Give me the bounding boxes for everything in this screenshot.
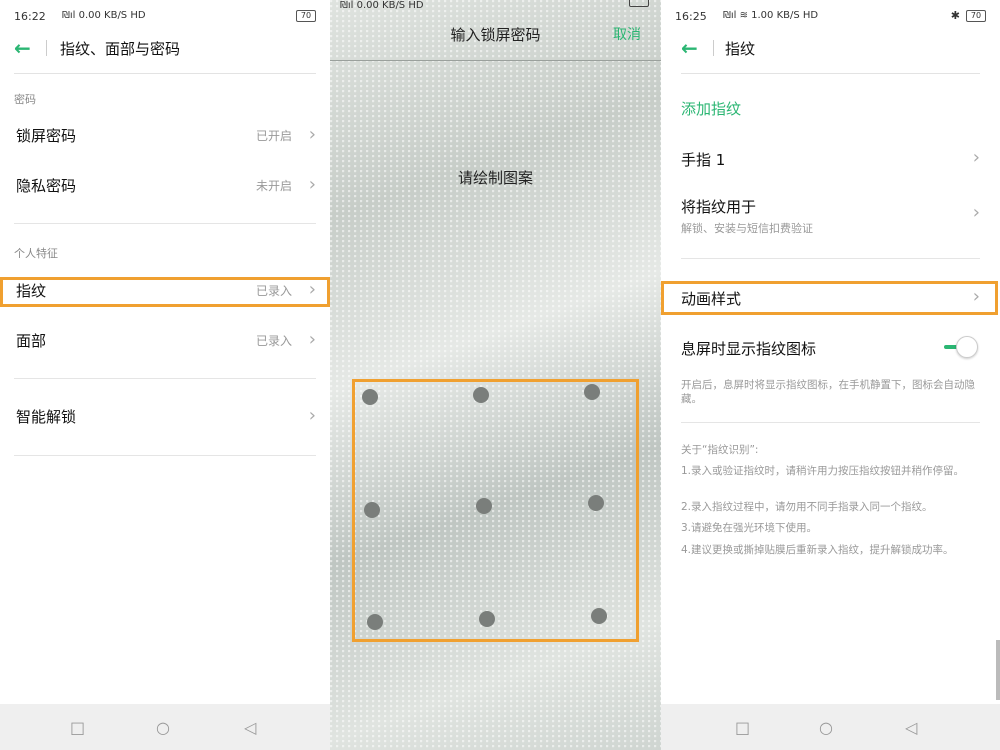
row-label: 将指纹用于 [681, 198, 757, 216]
row-label: 手指 1 [681, 151, 726, 169]
row-label: 隐私密码 [16, 177, 77, 195]
header-separator [46, 40, 47, 56]
fingerprint-screen: 16:25 ₪ıl ≋ 1.00 KB/S HD ✱ 70 ← 指纹 添加指纹 … [661, 0, 1000, 750]
chevron-right-icon: › [972, 147, 980, 168]
chevron-right-icon: › [308, 329, 316, 350]
chevron-right-icon: › [308, 174, 316, 195]
highlight-box [0, 277, 330, 307]
pattern-dot[interactable] [362, 389, 378, 405]
page-title: 输入锁屏密码 [450, 26, 541, 44]
pattern-dot[interactable] [584, 384, 600, 400]
battery-icon: 70 [966, 10, 986, 22]
header-separator [713, 40, 714, 56]
row-value: 已开启 [255, 129, 292, 143]
header-divider [14, 73, 316, 74]
square-icon[interactable]: □ [735, 718, 750, 737]
section-label-password: 密码 [14, 93, 36, 106]
divider [681, 422, 980, 423]
triangle-back-icon[interactable]: ◁ [905, 718, 917, 737]
row-use-fingerprint-for[interactable]: 将指纹用于 解锁、安装与短信扣费验证 › [661, 190, 1000, 240]
chevron-right-icon: › [308, 124, 316, 145]
pattern-prompt: 请绘制图案 [457, 169, 533, 187]
status-time: 16:25 [675, 10, 707, 23]
row-lock-screen-password[interactable]: 锁屏密码 已开启 › [0, 115, 330, 155]
row-label: 锁屏密码 [16, 127, 77, 145]
row-label: 息屏时显示指纹图标 [681, 340, 817, 358]
about-item: 1.录入或验证指纹时，请稍许用力按压指纹按钮并稍作停留。 [681, 465, 965, 477]
cancel-button[interactable]: 取消 [613, 24, 641, 44]
status-time: 16:22 [14, 10, 46, 23]
about-item: 4.建议更换或撕掉贴膜后重新录入指纹，提升解锁成功率。 [681, 544, 954, 556]
battery-icon: 70 [296, 10, 316, 22]
chevron-right-icon: › [972, 202, 980, 223]
pattern-dot[interactable] [591, 608, 607, 624]
status-network: ₪ıl ≋ 1.00 KB/S HD [723, 10, 819, 21]
pattern-dot[interactable] [476, 498, 492, 514]
navigation-bar: □ ○ ◁ [661, 704, 1000, 750]
about-item: 2.录入指纹过程中，请勿用不同手指录入同一个指纹。 [681, 501, 933, 513]
about-title: 关于“指纹识别”: [681, 444, 759, 456]
circle-icon[interactable]: ○ [156, 718, 170, 737]
row-label: 智能解锁 [16, 408, 77, 426]
back-arrow-icon[interactable]: ← [681, 36, 698, 60]
pattern-dot[interactable] [364, 502, 380, 518]
row-subtitle: 解锁、安装与短信扣费验证 [681, 222, 813, 235]
row-smart-unlock[interactable]: 智能解锁 › [0, 396, 330, 436]
fingerprint-face-password-screen: 16:22 ₪ıl 0.00 KB/S HD 70 ← 指纹、面部与密码 密码 … [0, 0, 330, 750]
row-face[interactable]: 面部 已录入 › [0, 320, 330, 360]
pattern-dot[interactable] [588, 495, 604, 511]
triangle-back-icon[interactable]: ◁ [244, 718, 256, 737]
header: ← 指纹、面部与密码 [0, 34, 330, 64]
divider [14, 223, 316, 224]
battery-icon [629, 0, 649, 7]
page-title: 指纹、面部与密码 [60, 40, 181, 58]
scrollbar[interactable] [996, 640, 1000, 700]
add-fingerprint-link[interactable]: 添加指纹 [681, 98, 741, 119]
status-bar: 16:22 ₪ıl 0.00 KB/S HD 70 [14, 8, 316, 26]
row-value: 未开启 [255, 179, 292, 193]
highlight-box [661, 281, 998, 315]
bluetooth-icon: ✱ [950, 9, 960, 22]
toggle-knob [956, 336, 978, 358]
pattern-unlock-screen: ₪ıl 0.00 KB/S HD 输入锁屏密码 取消 请绘制图案 [330, 0, 661, 750]
pattern-dot[interactable] [473, 387, 489, 403]
header: ← 指纹 [661, 34, 1000, 64]
page-title: 指纹 [725, 40, 756, 58]
divider [14, 378, 316, 379]
header-divider [681, 73, 980, 74]
about-item: 3.请避免在强光环境下使用。 [681, 522, 818, 534]
screen-off-description: 开启后，息屏时将显示指纹图标，在手机静置下，图标会自动隐藏。 [681, 379, 975, 405]
pattern-grid[interactable] [352, 379, 639, 642]
row-label: 面部 [16, 332, 47, 350]
pattern-dot[interactable] [479, 611, 495, 627]
screen-off-icon-toggle[interactable] [944, 336, 978, 358]
status-network: ₪ıl 0.00 KB/S HD [340, 0, 424, 11]
row-privacy-password[interactable]: 隐私密码 未开启 › [0, 165, 330, 205]
square-icon[interactable]: □ [70, 718, 85, 737]
status-bar: 16:25 ₪ıl ≋ 1.00 KB/S HD ✱ 70 [675, 8, 986, 26]
row-screen-off-icon: 息屏时显示指纹图标 [661, 332, 1000, 366]
chevron-right-icon: › [308, 405, 316, 426]
status-network: ₪ıl 0.00 KB/S HD [62, 10, 146, 21]
back-arrow-icon[interactable]: ← [14, 36, 31, 60]
header-divider [330, 60, 661, 61]
section-label-personal: 个人特征 [14, 247, 58, 260]
row-finger-1[interactable]: 手指 1 › [661, 140, 1000, 180]
pattern-dot[interactable] [367, 614, 383, 630]
navigation-bar: □ ○ ◁ [0, 704, 330, 750]
divider [681, 258, 980, 259]
divider [14, 455, 316, 456]
row-value: 已录入 [255, 334, 292, 348]
circle-icon[interactable]: ○ [819, 718, 833, 737]
